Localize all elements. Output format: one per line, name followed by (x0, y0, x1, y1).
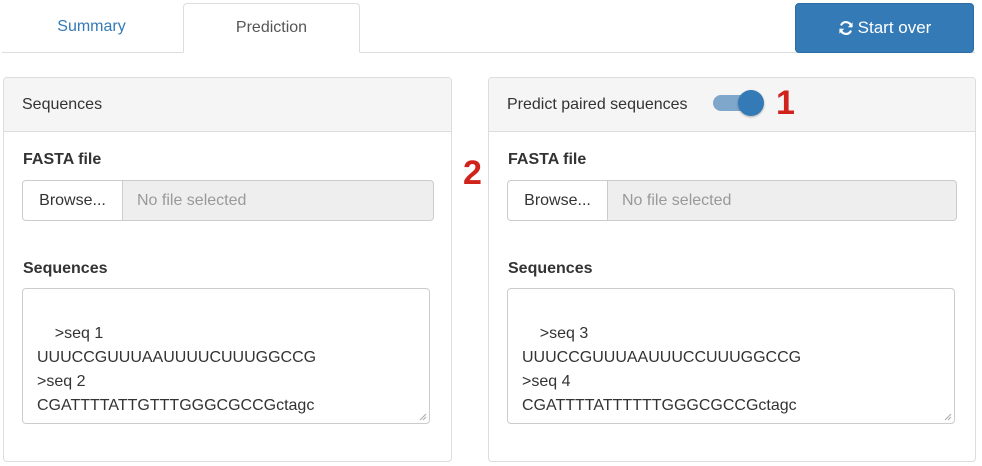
fasta-file-label: FASTA file (23, 151, 102, 168)
predict-paired-label: Predict paired sequences (507, 95, 688, 113)
sequences-label-paired: Sequences (508, 260, 593, 277)
browse-button-paired[interactable]: Browse... (507, 180, 608, 221)
tab-summary[interactable]: Summary (2, 3, 181, 53)
paired-sequences-panel: Predict paired sequences FASTA file Brow… (488, 77, 976, 462)
fasta-file-label-paired: FASTA file (508, 151, 587, 168)
sequences-textarea[interactable]: >seq 1 UUUCCGUUUAAUUUUCUUUGGCCG >seq 2 C… (22, 288, 430, 424)
fasta-file-input: Browse... No file selected (22, 180, 434, 221)
annotation-marker-1: 1 (776, 84, 795, 122)
browse-button[interactable]: Browse... (22, 180, 123, 221)
start-over-button[interactable]: Start over (795, 3, 974, 53)
sequences-text: >seq 1 UUUCCGUUUAAUUUUCUUUGGCCG >seq 2 C… (37, 325, 317, 414)
predict-paired-toggle[interactable] (713, 90, 767, 116)
resize-grip-icon[interactable] (418, 412, 427, 421)
sequences-text-paired: >seq 3 UUUCCGUUUAAUUUCCUUUGGCCG >seq 4 C… (522, 325, 802, 414)
file-name-display: No file selected (123, 180, 434, 221)
sequences-panel-title: Sequences (22, 95, 103, 113)
resize-grip-icon-paired[interactable] (943, 412, 952, 421)
file-name-display-paired: No file selected (608, 180, 957, 221)
sequences-label: Sequences (23, 260, 108, 277)
toggle-knob (738, 90, 764, 116)
sequences-textarea-paired[interactable]: >seq 3 UUUCCGUUUAAUUUCCUUUGGCCG >seq 4 C… (507, 288, 955, 424)
annotation-marker-2: 2 (463, 154, 482, 192)
refresh-icon (838, 20, 854, 36)
sequences-panel: Sequences FASTA file Browse... No file s… (3, 77, 452, 462)
sequences-panel-heading: Sequences (4, 78, 451, 132)
tab-prediction[interactable]: Prediction (183, 3, 360, 53)
paired-panel-heading: Predict paired sequences (489, 78, 975, 132)
start-over-label: Start over (857, 18, 932, 37)
fasta-file-input-paired: Browse... No file selected (507, 180, 957, 221)
